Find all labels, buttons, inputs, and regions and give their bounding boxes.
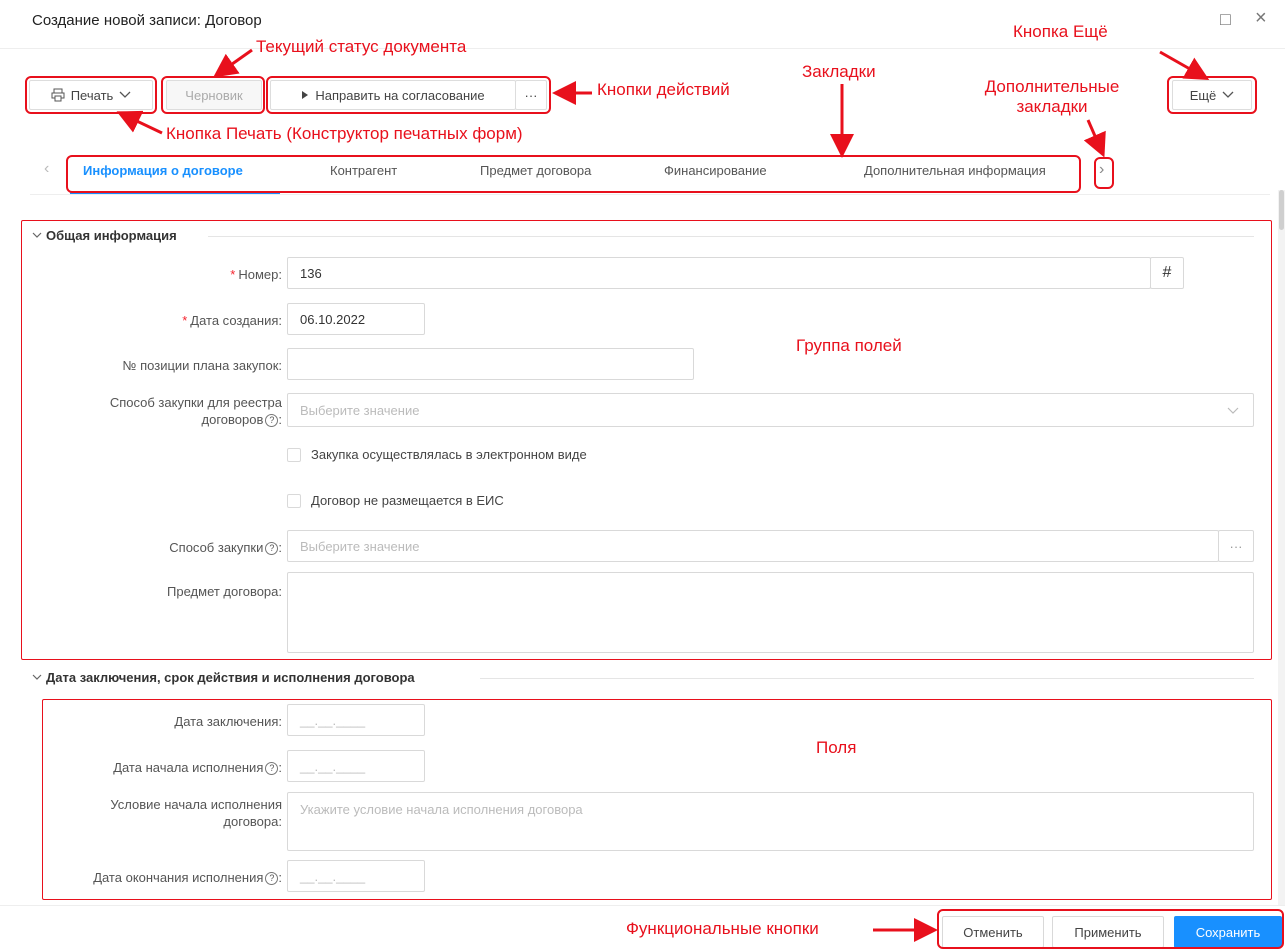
start-date-input[interactable]: __.__.____: [287, 750, 425, 782]
chevron-down-icon: [1227, 407, 1239, 414]
save-button[interactable]: Сохранить: [1174, 916, 1282, 948]
tabs-next-icon[interactable]: ›: [1099, 161, 1104, 179]
tabs-prev-icon[interactable]: ‹: [44, 160, 49, 178]
dots-icon: ···: [524, 87, 538, 103]
tabs-divider: [30, 194, 1270, 195]
title-divider: [0, 48, 1285, 49]
status-label: Черновик: [185, 87, 243, 103]
actions-more-button[interactable]: ···: [515, 80, 547, 110]
annotation-extra-tabs: Дополнительные закладки: [984, 77, 1120, 116]
start-condition-textarea[interactable]: Укажите условие начала исполнения догово…: [287, 792, 1254, 851]
help-icon[interactable]: ?: [265, 542, 279, 556]
cancel-button[interactable]: Отменить: [942, 916, 1044, 948]
footer-divider: [0, 905, 1285, 906]
section-divider: [480, 678, 1254, 679]
method-registry-placeholder: Выберите значение: [300, 402, 420, 418]
maximize-icon[interactable]: □: [1220, 10, 1238, 28]
annotation-actions: Кнопки действий: [597, 80, 730, 99]
not-in-eis-label: Договор не размещается в ЕИС: [311, 493, 504, 508]
section-general-label: Общая информация: [46, 228, 177, 243]
electronic-purchase-checkbox[interactable]: Закупка осуществлялась в электронном вид…: [287, 447, 587, 462]
subject-textarea[interactable]: [287, 572, 1254, 653]
tab-contract-subject[interactable]: Предмет договора: [480, 163, 591, 178]
checkbox-box[interactable]: [287, 447, 301, 462]
dialog-window: Создание новой записи: Договор □ × Печат…: [0, 0, 1285, 949]
chevron-down-icon: [119, 91, 131, 98]
arrow-status: [213, 48, 253, 78]
arrow-print: [116, 110, 163, 135]
purchase-method-placeholder: Выберите значение: [300, 538, 420, 554]
play-icon: [302, 91, 309, 99]
method-registry-select[interactable]: Выберите значение: [287, 393, 1254, 427]
tab-additional-info[interactable]: Дополнительная информация: [864, 163, 1046, 178]
created-date-input[interactable]: 06.10.2022: [287, 303, 425, 335]
chevron-down-icon: [1222, 91, 1234, 98]
number-label: * Номер:: [230, 267, 282, 282]
send-label: Направить на согласование: [315, 87, 485, 103]
method-registry-label: Способ закупки для реестра договоров?:: [109, 395, 282, 428]
end-date-input[interactable]: __.__.____: [287, 860, 425, 892]
start-condition-placeholder: Укажите условие начала исполнения догово…: [300, 802, 583, 817]
dots-icon[interactable]: ···: [1218, 530, 1254, 562]
annotation-fields: Поля: [816, 738, 857, 757]
apply-button[interactable]: Применить: [1052, 916, 1164, 948]
created-date-label: * Дата создания:: [182, 313, 282, 328]
annotation-status: Текущий статус документа: [256, 37, 467, 56]
scrollbar-thumb[interactable]: [1279, 190, 1284, 230]
section-dates-label: Дата заключения, срок действия и исполне…: [46, 670, 415, 685]
more-button[interactable]: Ещё: [1172, 80, 1252, 110]
chevron-down-icon: [32, 232, 42, 238]
conclusion-date-input[interactable]: __.__.____: [287, 704, 425, 736]
print-label: Печать: [70, 87, 114, 103]
annotation-more: Кнопка Ещё: [1013, 22, 1108, 41]
electronic-purchase-label: Закупка осуществлялась в электронном вид…: [311, 447, 587, 462]
tab-financing[interactable]: Финансирование: [664, 163, 767, 178]
more-label: Ещё: [1189, 87, 1217, 103]
help-icon[interactable]: ?: [265, 414, 279, 428]
start-condition-label: Условие начала исполнения договора:: [110, 797, 282, 829]
checkbox-box[interactable]: [287, 493, 301, 508]
section-divider: [208, 236, 1254, 237]
start-date-label: Дата начала исполнения?:: [113, 760, 282, 776]
status-draft-button: Черновик: [166, 80, 262, 110]
annotation-print: Кнопка Печать (Конструктор печатных форм…: [166, 124, 523, 143]
number-input[interactable]: 136: [287, 257, 1151, 289]
scrollbar-track[interactable]: [1278, 190, 1285, 905]
tab-contract-info[interactable]: Информация о договоре: [83, 163, 243, 178]
arrow-extra-tabs: [1083, 119, 1106, 158]
hash-icon[interactable]: #: [1150, 257, 1184, 289]
help-icon[interactable]: ?: [265, 872, 279, 886]
dialog-title: Создание новой записи: Договор: [32, 12, 262, 29]
section-dates-title[interactable]: Дата заключения, срок действия и исполне…: [32, 670, 415, 685]
end-date-label: Дата окончания исполнения?:: [93, 870, 282, 886]
printer-icon: [51, 88, 65, 102]
purchase-method-label: Способ закупки?:: [169, 540, 282, 556]
close-icon[interactable]: ×: [1255, 8, 1275, 28]
print-button[interactable]: Печать: [29, 80, 153, 110]
tab-counterparty[interactable]: Контрагент: [330, 163, 397, 178]
help-icon[interactable]: ?: [265, 762, 279, 776]
annotation-functional: Функциональные кнопки: [626, 919, 819, 938]
not-in-eis-checkbox[interactable]: Договор не размещается в ЕИС: [287, 493, 504, 508]
annotation-field-group: Группа полей: [796, 336, 902, 355]
purchase-method-input[interactable]: Выберите значение: [287, 530, 1219, 562]
plan-position-label: № позиции плана закупок:: [122, 358, 282, 373]
plan-position-input[interactable]: [287, 348, 694, 380]
conclusion-date-label: Дата заключения:: [174, 714, 282, 729]
subject-label: Предмет договора:: [167, 584, 282, 599]
send-for-approval-button[interactable]: Направить на согласование: [270, 80, 516, 110]
section-general-title[interactable]: Общая информация: [32, 228, 177, 243]
annotation-tabs: Закладки: [802, 62, 876, 81]
arrow-more: [1159, 50, 1210, 80]
chevron-down-icon: [32, 674, 42, 680]
